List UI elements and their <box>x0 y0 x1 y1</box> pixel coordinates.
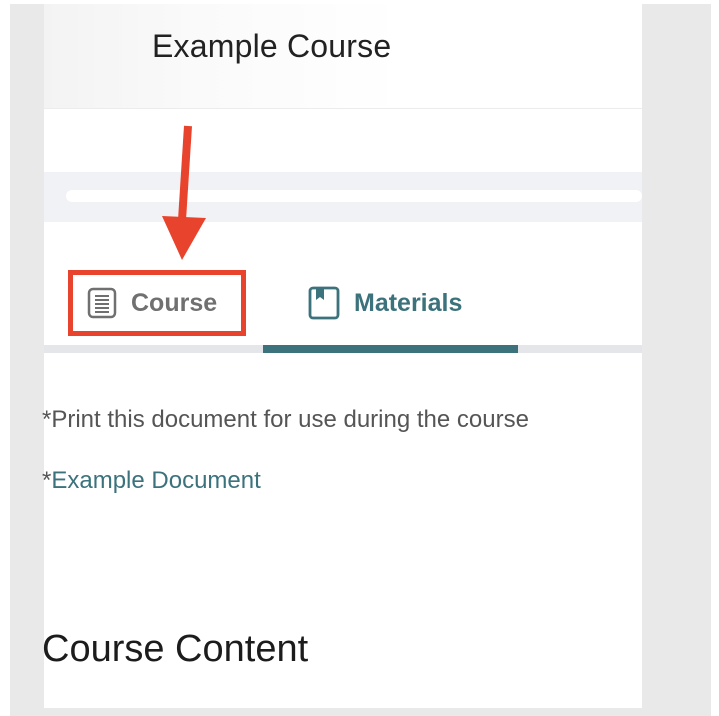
frame-right-gutter <box>642 4 711 716</box>
document-note-prefix: * <box>42 467 52 494</box>
content-panel <box>44 4 642 708</box>
document-note: *Example Document <box>42 467 261 495</box>
annotation-arrow-shaft <box>178 125 192 221</box>
print-note: *Print this document for use during the … <box>42 406 529 433</box>
annotation-arrow <box>162 125 206 260</box>
annotation-arrow-head <box>162 216 206 260</box>
frame-left-gutter <box>10 4 44 716</box>
tab-course[interactable]: Course <box>68 270 246 336</box>
tab-course-label: Course <box>131 288 218 317</box>
tab-active-indicator <box>263 345 518 353</box>
frame-bottom-gutter <box>10 708 711 716</box>
course-title: Example Course <box>152 28 392 64</box>
example-document-link[interactable]: Example Document <box>51 467 260 494</box>
tab-materials[interactable]: Materials <box>296 270 518 336</box>
screenshot-stage: Example Course Course Materials *Print t… <box>0 0 719 716</box>
document-lines-icon <box>87 287 117 319</box>
tab-materials-label: Materials <box>354 288 463 317</box>
course-content-heading: Course Content <box>42 628 309 670</box>
bookmark-book-icon <box>308 286 340 320</box>
